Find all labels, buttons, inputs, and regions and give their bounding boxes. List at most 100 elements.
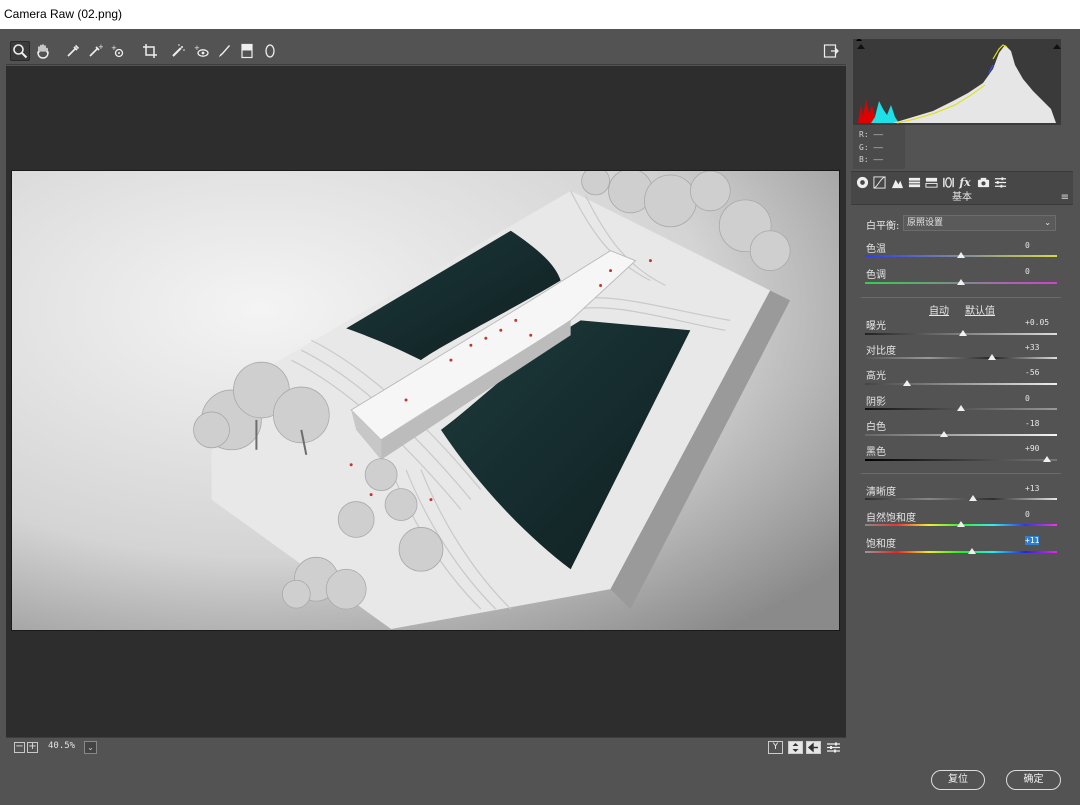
panel-menu-icon[interactable]: ≡ — [1061, 191, 1069, 205]
blacks-slider-track[interactable] — [865, 459, 1057, 461]
image-canvas[interactable] — [6, 66, 846, 737]
chevron-down-icon: ⌄ — [1044, 218, 1051, 227]
contrast-value[interactable]: +33 — [1025, 343, 1039, 352]
panel-title-text: 基本 — [952, 192, 972, 203]
before-after-button[interactable] — [788, 741, 803, 754]
crop-icon — [143, 44, 157, 58]
exposure-slider-thumb[interactable] — [958, 330, 967, 336]
fullscreen-toggle-icon — [823, 44, 839, 58]
tab-basic[interactable] — [854, 174, 870, 190]
tab-presets[interactable] — [992, 174, 1008, 190]
tint-value[interactable]: 0 — [1025, 267, 1030, 276]
zoom-tool[interactable] — [10, 41, 30, 61]
shadows-value[interactable]: 0 — [1025, 394, 1030, 403]
panel-title: 基本 ≡ — [851, 191, 1073, 205]
highlights-label: 高光 — [866, 371, 886, 382]
tab-tone-curve[interactable] — [871, 174, 887, 190]
tab-hsl[interactable] — [906, 174, 922, 190]
saturation-slider-track[interactable] — [865, 551, 1057, 553]
panel-tabs: fx — [851, 171, 1073, 191]
white-balance-tool[interactable] — [63, 41, 83, 61]
basic-icon — [856, 176, 868, 188]
vibrance-value[interactable]: 0 — [1025, 510, 1030, 519]
detail-icon — [891, 179, 903, 188]
whites-value[interactable]: -18 — [1025, 419, 1039, 428]
targeted-adjustment-tool[interactable]: + — [108, 41, 128, 61]
before-after-icon — [792, 743, 799, 752]
hsl-icon — [908, 177, 920, 187]
clarity-slider-thumb[interactable] — [969, 495, 978, 501]
rgb-readout: R: —— G: —— B: —— — [859, 129, 883, 167]
g-value: G: —— — [859, 142, 884, 152]
tab-split-toning[interactable] — [923, 174, 939, 190]
status-bar: − + 40.5% ⌄ Y — [6, 737, 846, 757]
b-value: B: —— — [859, 155, 884, 164]
default-link[interactable]: 默认值 — [965, 302, 995, 317]
graduated-filter-tool[interactable] — [237, 41, 257, 61]
auto-link[interactable]: 自动 — [929, 302, 949, 317]
tab-effects[interactable]: fx — [957, 174, 973, 190]
temp-slider-thumb[interactable] — [957, 252, 965, 258]
contrast-label: 对比度 — [866, 346, 896, 357]
eyedropper-icon — [67, 44, 80, 57]
crop-tool[interactable] — [140, 41, 160, 61]
lens-icon — [942, 176, 954, 188]
saturation-slider-thumb[interactable] — [967, 548, 976, 554]
blacks-slider-thumb[interactable] — [1043, 456, 1052, 462]
ok-button[interactable]: 确定 — [1006, 770, 1061, 790]
saturation-label: 饱和度 — [866, 539, 896, 550]
effects-icon: fx — [959, 175, 971, 189]
clarity-value[interactable]: +13 — [1025, 484, 1039, 493]
shadows-slider-thumb[interactable] — [957, 405, 965, 411]
tab-detail[interactable] — [889, 174, 905, 190]
highlights-slider-track[interactable] — [865, 383, 1057, 385]
view-toggle-y-button[interactable]: Y — [768, 741, 783, 754]
blacks-value[interactable]: +90 — [1025, 444, 1039, 453]
color-sampler-tool[interactable]: + — [85, 41, 105, 61]
zoom-dropdown[interactable]: ⌄ — [84, 741, 97, 754]
red-eye-tool[interactable]: + — [191, 41, 211, 61]
adjustment-brush-tool[interactable] — [214, 41, 234, 61]
clarity-slider-track[interactable] — [865, 498, 1057, 500]
tab-lens[interactable] — [940, 174, 956, 190]
reset-button[interactable]: 复位 — [931, 770, 985, 790]
whites-slider-thumb[interactable] — [939, 431, 948, 437]
split-toning-icon — [924, 177, 938, 188]
spot-removal-tool[interactable] — [168, 41, 188, 61]
radial-filter-icon — [265, 44, 275, 58]
preview-image[interactable] — [11, 170, 840, 631]
contrast-slider-thumb[interactable] — [987, 354, 996, 360]
whites-slider-track[interactable] — [865, 434, 1057, 436]
exposure-value[interactable]: +0.05 — [1025, 318, 1049, 327]
saturation-value[interactable]: +11 — [1025, 536, 1040, 545]
preferences-button[interactable] — [826, 741, 841, 754]
radial-filter-tool[interactable] — [260, 41, 280, 61]
adjustments-panel: R: —— G: —— B: —— fx 基本 ≡ 白平衡: 原照设置 ⌄ 自动… — [851, 37, 1073, 757]
spot-removal-icon — [172, 44, 185, 57]
clarity-label: 清晰度 — [866, 487, 896, 498]
tab-camera-calibration[interactable] — [975, 174, 991, 190]
fullscreen-toggle[interactable] — [821, 41, 841, 61]
white-balance-select[interactable]: 原照设置 ⌄ — [903, 215, 1056, 231]
swap-button[interactable] — [806, 741, 821, 754]
zoom-out-button[interactable]: − — [14, 742, 25, 753]
vibrance-slider-thumb[interactable] — [957, 521, 965, 527]
section-divider — [861, 297, 1061, 298]
contrast-slider-track[interactable] — [865, 357, 1057, 359]
hand-tool[interactable] — [33, 41, 53, 61]
graduated-filter-icon — [241, 43, 253, 59]
red-eye-icon: + — [194, 44, 209, 57]
blacks-label: 黑色 — [866, 447, 886, 458]
hand-icon — [37, 44, 49, 59]
whites-label: 白色 — [866, 422, 886, 433]
window-title: Camera Raw (02.png) — [0, 0, 1080, 29]
zoom-in-button[interactable]: + — [27, 742, 38, 753]
svg-text:+: + — [194, 44, 200, 52]
temp-value[interactable]: 0 — [1025, 241, 1030, 250]
highlights-slider-thumb[interactable] — [903, 380, 912, 386]
highlights-value[interactable]: -56 — [1025, 368, 1039, 377]
presets-icon — [994, 176, 1006, 188]
tint-slider-thumb[interactable] — [957, 279, 965, 285]
white-balance-label: 白平衡: — [866, 221, 900, 232]
color-sampler-icon: + — [89, 43, 103, 57]
